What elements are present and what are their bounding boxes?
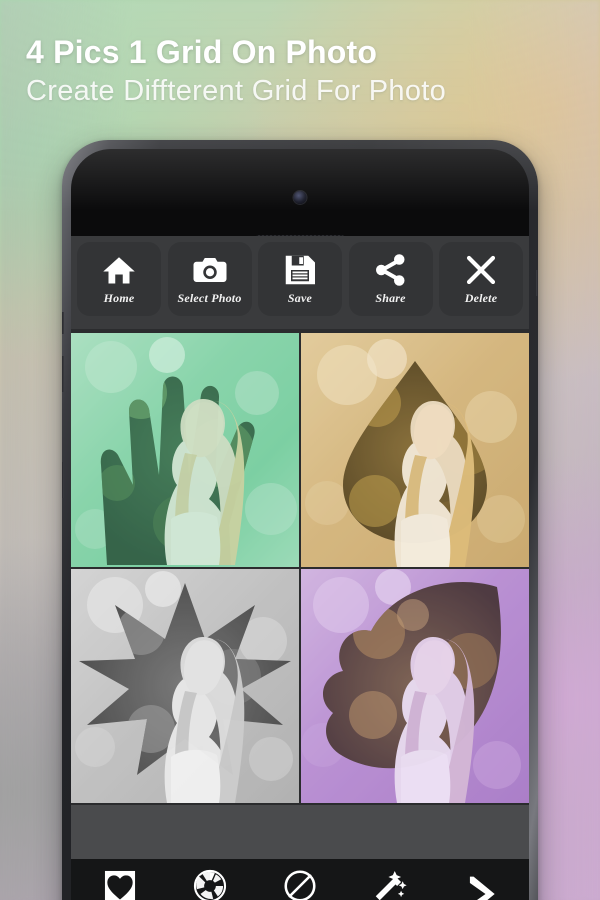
select-photo-button-label: Select Photo bbox=[177, 291, 242, 305]
photo-cell-star-gray[interactable] bbox=[71, 569, 299, 803]
magic-wand-icon bbox=[375, 870, 407, 900]
effect-button[interactable]: Effect bbox=[347, 867, 433, 900]
floppy-disk-icon bbox=[285, 255, 315, 285]
banner: 4 Pics 1 Grid On Photo Create Diffterent… bbox=[26, 34, 586, 107]
cell-gray-star-art bbox=[71, 569, 299, 803]
camera-icon bbox=[193, 258, 226, 282]
phone-volume-up-button[interactable] bbox=[62, 356, 64, 392]
select-photo-button[interactable]: Select Photo bbox=[167, 242, 252, 316]
phone-mockup: Home Select Photo Save Share Delete bbox=[62, 140, 538, 900]
close-x-icon bbox=[466, 255, 496, 285]
save-button-label: Save bbox=[287, 291, 313, 305]
photo-cell-leaf-purple[interactable] bbox=[301, 569, 529, 803]
top-toolbar: Home Select Photo Save Share Delete bbox=[71, 236, 529, 329]
cell-green-hand-art bbox=[71, 333, 299, 567]
cell-purple-leaf-art bbox=[301, 569, 529, 803]
cell-gold-drop-art bbox=[301, 333, 529, 567]
bottom-toolbar: Change Shape bbox=[71, 859, 529, 900]
grid-bottom-spacer bbox=[71, 805, 529, 859]
delete-button-label: Delete bbox=[464, 291, 498, 305]
home-button-label: Home bbox=[103, 291, 135, 305]
photo-grid bbox=[71, 333, 529, 803]
photo-cell-drop-gold[interactable] bbox=[301, 333, 529, 567]
aperture-icon bbox=[193, 869, 227, 900]
next-button[interactable] bbox=[437, 872, 523, 900]
no-color-button[interactable]: No Color bbox=[257, 867, 343, 900]
chevron-right-icon bbox=[469, 876, 495, 900]
share-button-label: Share bbox=[375, 291, 406, 305]
change-shape-button[interactable]: Change Shape bbox=[77, 867, 163, 900]
change-color-button[interactable]: Change Color bbox=[167, 867, 253, 900]
app-screen: Home Select Photo Save Share Delete bbox=[71, 236, 529, 900]
banner-subtitle: Create Diffterent Grid For Photo bbox=[26, 74, 447, 107]
banner-title: 4 Pics 1 Grid On Photo bbox=[26, 34, 378, 70]
screenshot-root: 4 Pics 1 Grid On Photo Create Diffterent… bbox=[0, 0, 600, 900]
delete-button[interactable]: Delete bbox=[439, 242, 523, 316]
home-icon bbox=[103, 257, 135, 284]
share-button[interactable]: Share bbox=[348, 242, 433, 316]
save-button[interactable]: Save bbox=[258, 242, 342, 316]
phone-mute-switch[interactable] bbox=[62, 312, 64, 334]
circle-slash-icon bbox=[284, 870, 316, 900]
heart-shape-icon bbox=[104, 870, 136, 900]
share-nodes-icon bbox=[375, 254, 404, 286]
phone-volume-down-button[interactable] bbox=[62, 462, 64, 498]
phone-power-button[interactable] bbox=[536, 270, 538, 296]
home-button[interactable]: Home bbox=[77, 242, 161, 316]
front-camera-icon bbox=[293, 191, 307, 204]
photo-cell-hand-green[interactable] bbox=[71, 333, 299, 567]
